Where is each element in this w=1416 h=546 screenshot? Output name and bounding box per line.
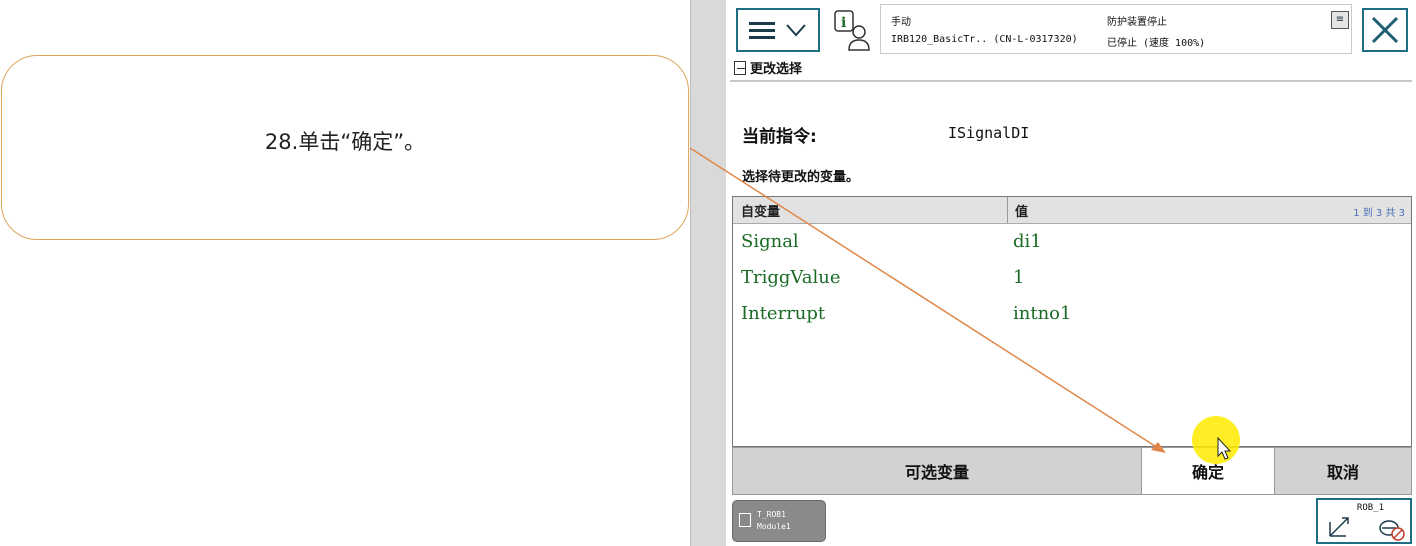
command-bar: 可选变量 确定 取消 <box>732 447 1412 495</box>
program-editor-icon <box>734 60 746 75</box>
table-row[interactable]: TriggValue 1 <box>733 261 1411 295</box>
close-icon <box>1371 16 1399 44</box>
cancel-button[interactable]: 取消 <box>1275 448 1411 494</box>
jog-axes-icon <box>1329 517 1349 537</box>
row-argument: TriggValue <box>741 267 841 288</box>
optional-variables-button[interactable]: 可选变量 <box>733 448 1141 494</box>
close-button[interactable] <box>1362 8 1408 52</box>
select-prompt: 选择待更改的变量。 <box>742 170 860 185</box>
row-argument: Signal <box>741 231 799 252</box>
status-bar: 手动 IRB120_BasicTr.. (CN-L-0317320) 防护装置停… <box>880 4 1352 54</box>
column-header-value: 值 <box>1015 205 1029 220</box>
module-icon <box>739 513 751 527</box>
module-name: Module1 <box>757 522 791 531</box>
header-divider <box>730 80 1412 82</box>
chevron-down-icon <box>786 24 806 37</box>
operator-info-icon[interactable]: i <box>832 8 874 52</box>
panel-divider <box>690 0 726 546</box>
column-separator <box>1007 197 1008 223</box>
current-instruction-label: 当前指令: <box>742 127 817 147</box>
main-menu-button[interactable] <box>736 8 820 52</box>
svg-text:i: i <box>841 15 846 31</box>
row-value: di1 <box>1013 231 1042 252</box>
pager-text: 1 到 3 共 3 <box>1353 208 1405 219</box>
argument-table: 自变量 值 1 到 3 共 3 Signal di1 TriggValue 1 … <box>732 196 1412 447</box>
controller-text: IRB120_BasicTr.. (CN-L-0317320) <box>891 34 1078 45</box>
cursor-highlight <box>1192 416 1240 464</box>
menu-icon <box>749 21 775 39</box>
column-header-argument: 自变量 <box>741 205 781 220</box>
robot-name: ROB_1 <box>1356 503 1384 513</box>
row-value: 1 <box>1013 267 1025 288</box>
row-argument: Interrupt <box>741 303 826 324</box>
breadcrumb-title: 更改选择 <box>750 62 803 77</box>
task-tab[interactable]: T_ROB1 Module1 <box>732 500 826 542</box>
task-name: T_ROB1 <box>757 510 786 519</box>
instruction-panel: 28.单击“确定”。 <box>0 0 690 546</box>
increment-off-icon <box>1379 520 1405 541</box>
table-header: 自变量 值 1 到 3 共 3 <box>733 197 1411 224</box>
current-instruction-value: ISignalDI <box>948 124 1030 142</box>
quickset-button[interactable]: ROB_1 <box>1316 498 1412 544</box>
mode-text: 手动 <box>891 17 911 28</box>
flexpendant-screen: i 手动 IRB120_BasicTr.. (CN-L-0317320) 防护装… <box>726 0 1416 546</box>
table-row[interactable]: Interrupt intno1 <box>733 297 1411 331</box>
instruction-callout: 28.单击“确定”。 <box>1 55 689 240</box>
instruction-text: 28.单击“确定”。 <box>264 130 426 154</box>
breadcrumb: 更改选择 <box>734 58 802 77</box>
row-value: intno1 <box>1013 303 1072 324</box>
table-row[interactable]: Signal di1 <box>733 225 1411 259</box>
status-flag-icon: ≡ <box>1331 11 1349 29</box>
safety-state-text: 防护装置停止 <box>1107 17 1167 28</box>
run-state-text: 已停止 (速度 100%) <box>1107 38 1206 49</box>
